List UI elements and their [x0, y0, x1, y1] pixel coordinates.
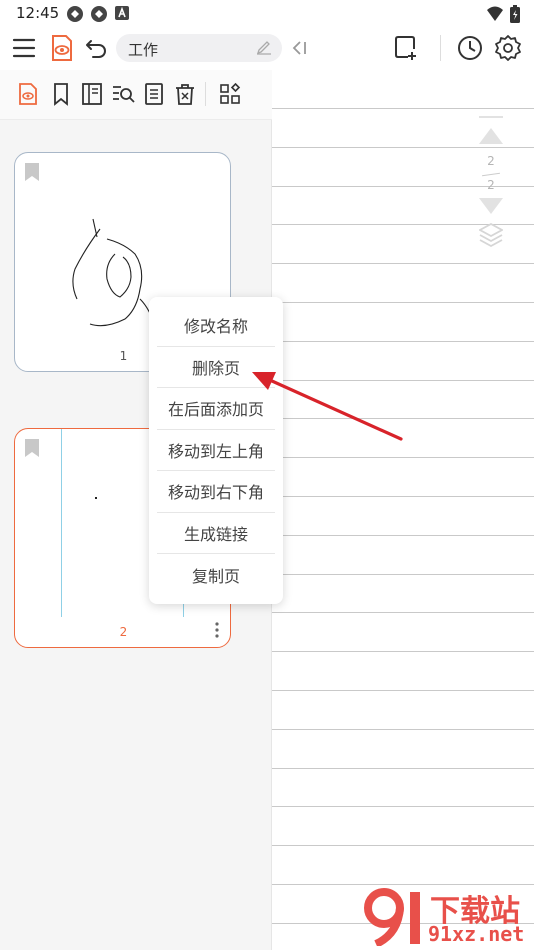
- page-down-icon[interactable]: [479, 198, 503, 214]
- grid-layout-icon[interactable]: [218, 82, 242, 106]
- trash-icon[interactable]: [173, 82, 197, 106]
- edit-pencil-icon[interactable]: [256, 41, 272, 55]
- panel-toolbar-divider: [205, 82, 206, 106]
- document-list-icon[interactable]: [142, 82, 166, 106]
- app-screen: 12:45 工作 1 2 2 2 修改名称 删除页 在后面添加页 移动到左上角 …: [0, 0, 534, 950]
- battery-icon: [510, 5, 520, 23]
- top-toolbar: 工作: [0, 28, 534, 70]
- history-button[interactable]: [456, 34, 484, 62]
- status-system-icons: [486, 5, 520, 23]
- ruled-line: [272, 573, 534, 575]
- move-top-left-item[interactable]: 移动到左上角: [157, 430, 275, 471]
- ruled-line: [272, 845, 534, 847]
- ruled-line: [272, 767, 534, 769]
- ruled-line: [272, 534, 534, 536]
- settings-button[interactable]: [494, 34, 522, 62]
- watermark-logo: [364, 888, 420, 946]
- add-page-button[interactable]: [392, 34, 420, 62]
- bookmark-icon[interactable]: [25, 439, 39, 457]
- generate-link-item[interactable]: 生成链接: [157, 513, 275, 554]
- page-view-icon[interactable]: [16, 82, 40, 106]
- app-notification-icon: [115, 6, 129, 20]
- toolbar-divider: [440, 35, 441, 61]
- menu-icon: [12, 38, 36, 58]
- status-notification-icons: [66, 5, 130, 23]
- ruled-line: [272, 379, 534, 381]
- sync-icon: [91, 6, 107, 22]
- ruled-line: [272, 612, 534, 614]
- ruled-line: [272, 496, 534, 497]
- pager-top-line: [479, 116, 503, 118]
- notebook-title-field[interactable]: 工作: [116, 34, 282, 62]
- wifi-icon: [487, 6, 503, 21]
- ink-dot: [95, 497, 97, 499]
- page-context-menu: 修改名称 删除页 在后面添加页 移动到左上角 移动到右下角 生成链接 复制页: [149, 297, 283, 604]
- undo-icon: [86, 40, 106, 58]
- current-page: 2: [487, 154, 495, 168]
- ruled-line: [272, 340, 534, 342]
- ruled-line: [272, 108, 534, 109]
- undo-button[interactable]: [82, 34, 110, 62]
- add-page-icon: [395, 36, 416, 60]
- ruled-line: [272, 457, 534, 459]
- reading-mode-icon: [52, 35, 72, 61]
- page-margin-line: [61, 429, 62, 617]
- status-time: 12:45: [16, 4, 60, 22]
- site-watermark: 下载站 91xz.net: [360, 884, 532, 948]
- delete-page-item[interactable]: 删除页: [157, 347, 275, 388]
- move-bottom-right-item[interactable]: 移动到右下角: [157, 471, 275, 513]
- add-page-after-item[interactable]: 在后面添加页: [157, 388, 275, 430]
- notebook-title: 工作: [128, 41, 159, 59]
- ruled-line: [272, 806, 534, 808]
- rename-page-item[interactable]: 修改名称: [157, 305, 275, 347]
- settings-gear-icon: [495, 35, 521, 61]
- ruled-line: [272, 302, 534, 303]
- menu-button[interactable]: [10, 34, 38, 62]
- sync-icon: [67, 6, 83, 22]
- page-up-icon[interactable]: [479, 128, 503, 144]
- more-options-icon[interactable]: [214, 621, 220, 639]
- ruled-line: [272, 728, 534, 730]
- search-list-icon[interactable]: [111, 82, 135, 106]
- ruled-line: [272, 651, 534, 653]
- bookmark-icon[interactable]: [25, 163, 39, 181]
- page-number-label: 2: [119, 625, 128, 639]
- total-pages: 2: [487, 178, 495, 192]
- bookmark-filter-icon[interactable]: [49, 82, 73, 106]
- ruled-line: [272, 263, 534, 265]
- reading-mode-button[interactable]: [48, 33, 76, 63]
- collapse-panel-button[interactable]: [288, 36, 312, 60]
- status-bar: 12:45: [0, 0, 534, 28]
- outline-icon[interactable]: [80, 82, 104, 106]
- pager-fraction-line: [482, 172, 500, 177]
- ruled-line: [272, 690, 534, 691]
- ruled-line: [272, 418, 534, 420]
- panel-toolbar: [0, 70, 272, 120]
- collapse-panel-icon: [292, 41, 306, 55]
- watermark-line2: 91xz.net: [428, 922, 525, 946]
- page-navigator: 2 2: [474, 112, 508, 252]
- layers-icon[interactable]: [479, 222, 503, 248]
- history-clock-icon: [458, 36, 482, 60]
- copy-page-item[interactable]: 复制页: [157, 554, 275, 596]
